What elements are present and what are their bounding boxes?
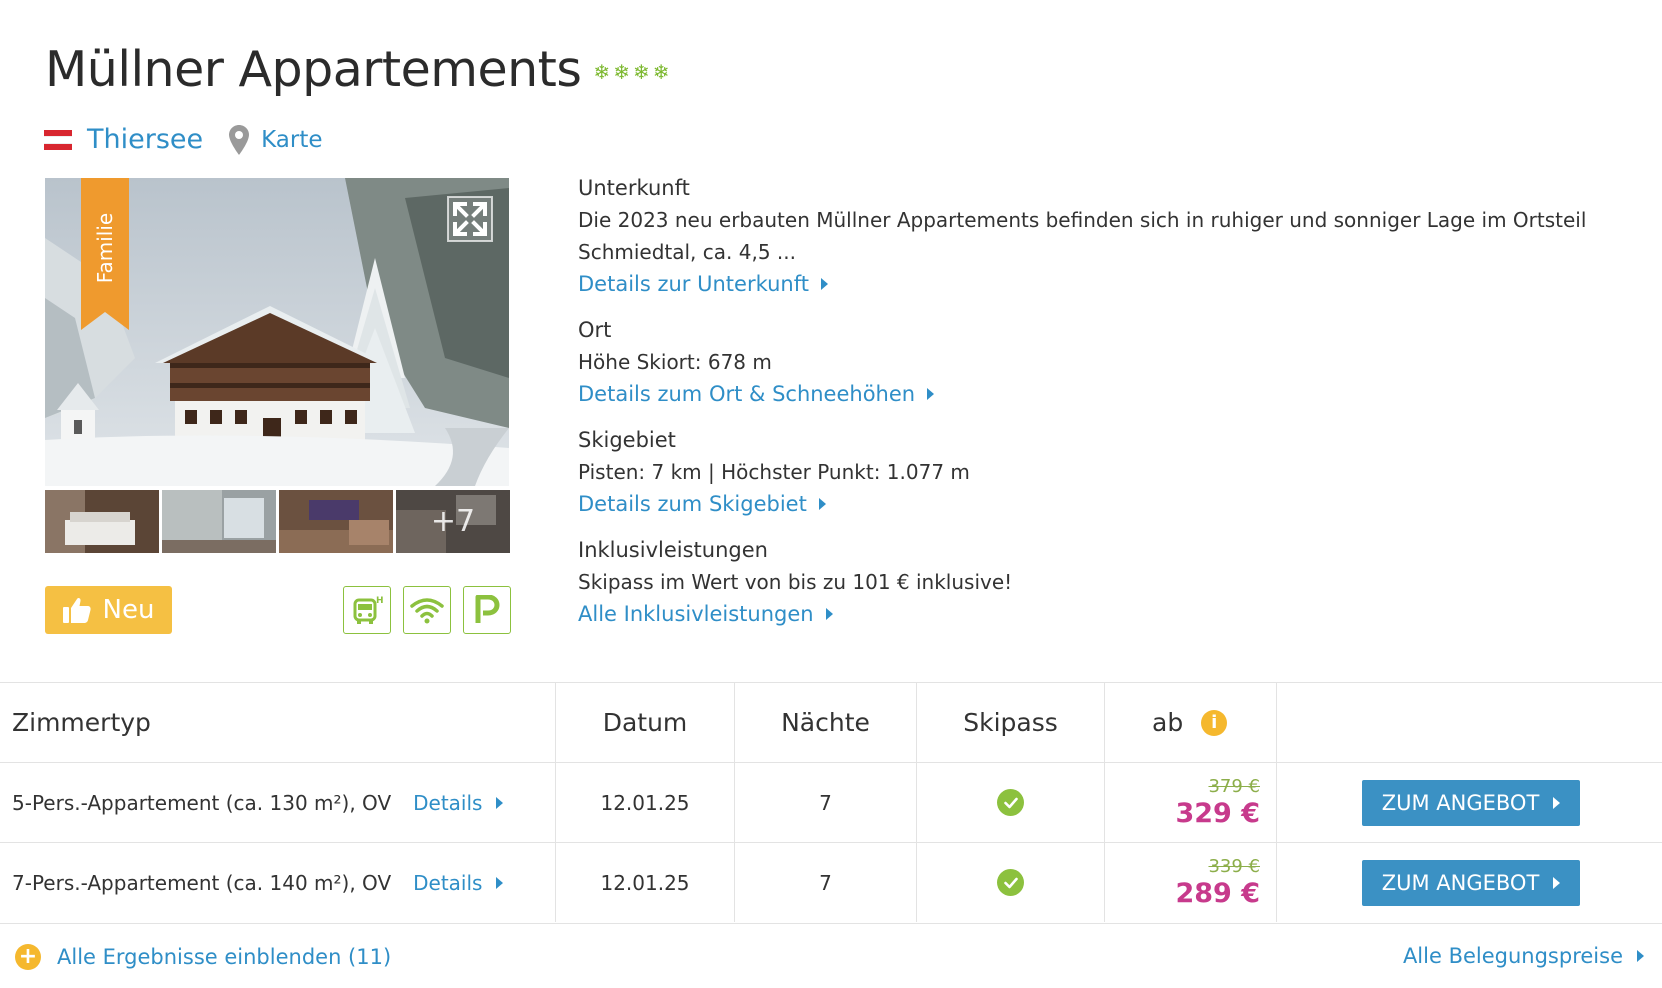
info-section: Unterkunft Die 2023 neu erbauten Müllner… [578, 172, 1638, 644]
check-icon [997, 869, 1024, 896]
new-label: Neu [102, 595, 155, 625]
all-prices-link[interactable]: Alle Belegungspreise [1403, 944, 1644, 968]
snowflake-icon: ❄ [632, 60, 650, 84]
header-price-label: ab [1152, 708, 1184, 737]
thumbnail[interactable] [162, 490, 276, 553]
current-price: 329 € [1175, 797, 1260, 829]
offer-button[interactable]: ZUM ANGEBOT [1362, 779, 1580, 826]
nights-cell: 7 [735, 763, 917, 842]
date-cell: 12.01.25 [556, 843, 735, 922]
info-heading: Unterkunft [578, 176, 690, 200]
info-text: Skipass im Wert von bis zu 101 € inklusi… [578, 570, 1013, 594]
info-heading: Ort [578, 318, 612, 342]
header-date: Datum [556, 683, 735, 762]
expand-icon[interactable] [447, 196, 493, 242]
new-badge-button[interactable]: Neu [45, 586, 172, 634]
thumbnail[interactable] [45, 490, 159, 553]
table-footer: + Alle Ergebnisse einblenden (11) Alle B… [0, 923, 1662, 987]
caret-right-icon [927, 388, 935, 400]
star-rating: ❄ ❄ ❄ ❄ [593, 62, 669, 82]
room-cell: 5-Pers.-Appartement (ca. 130 m²), OV Det… [0, 763, 556, 842]
price-cell: 339 € 289 € [1105, 843, 1277, 922]
skipass-cell [917, 843, 1105, 922]
title-row: Müllner Appartements ❄ ❄ ❄ ❄ [45, 36, 669, 104]
old-price: 379 € [1208, 775, 1260, 797]
wifi-icon[interactable] [403, 586, 451, 634]
info-accommodation: Unterkunft Die 2023 neu erbauten Müllner… [578, 172, 1638, 300]
table-header-row: Zimmertyp Datum Nächte Skipass ab i [0, 682, 1662, 762]
header-nights: Nächte [735, 683, 917, 762]
room-details-link[interactable]: Details [413, 791, 504, 815]
caret-right-icon [1637, 950, 1644, 962]
header-action [1277, 683, 1662, 762]
family-badge: Familie [93, 212, 118, 284]
caret-right-icon [825, 608, 833, 620]
table-row: 5-Pers.-Appartement (ca. 130 m²), OV Det… [0, 762, 1662, 842]
old-price: 339 € [1208, 855, 1260, 877]
info-ski-area: Skigebiet Pisten: 7 km | Höchster Punkt:… [578, 424, 1638, 520]
current-price: 289 € [1175, 877, 1260, 909]
skipass-cell [917, 763, 1105, 842]
page-title: Müllner Appartements [45, 41, 582, 98]
header-price: ab i [1105, 683, 1277, 762]
header-room-type: Zimmertyp [0, 683, 556, 762]
show-all-results-link[interactable]: + Alle Ergebnisse einblenden (11) [15, 944, 391, 970]
check-icon [997, 789, 1024, 816]
offer-button[interactable]: ZUM ANGEBOT [1362, 859, 1580, 906]
price-cell: 379 € 329 € [1105, 763, 1277, 842]
location-link[interactable]: Thiersee [87, 124, 203, 155]
plus-icon: + [15, 944, 41, 970]
offers-table: Zimmertyp Datum Nächte Skipass ab i 5-Pe… [0, 682, 1662, 922]
austria-flag-icon [44, 129, 72, 150]
room-cell: 7-Pers.-Appartement (ca. 140 m²), OV Det… [0, 843, 556, 922]
bus-shuttle-icon[interactable]: H [343, 586, 391, 634]
info-heading: Inklusivleistungen [578, 538, 768, 562]
caret-right-icon [1553, 796, 1561, 809]
location-row: Thiersee Karte [44, 124, 323, 155]
info-location: Ort Höhe Skiort: 678 m Details zum Ort &… [578, 314, 1638, 410]
map-pin-icon[interactable] [229, 124, 250, 155]
svg-text:H: H [376, 596, 383, 606]
action-cell: ZUM ANGEBOT [1277, 763, 1662, 842]
thumbnail-more[interactable]: +7 [396, 490, 510, 553]
snowflake-icon: ❄ [652, 60, 670, 84]
thumbs-up-icon [62, 597, 91, 623]
more-photos-count: +7 [430, 504, 476, 539]
caret-right-icon [818, 498, 826, 510]
accommodation-details-link[interactable]: Details zur Unterkunft [578, 268, 828, 300]
table-row: 7-Pers.-Appartement (ca. 140 m²), OV Det… [0, 842, 1662, 922]
caret-right-icon [496, 796, 504, 809]
room-type: 7-Pers.-Appartement (ca. 140 m²), OV [12, 870, 392, 895]
location-details-link[interactable]: Details zum Ort & Schneehöhen [578, 378, 935, 410]
ski-area-details-link[interactable]: Details zum Skigebiet [578, 488, 826, 520]
snowflake-icon: ❄ [593, 60, 611, 84]
date-cell: 12.01.25 [556, 763, 735, 842]
main-photo[interactable]: Familie [45, 178, 509, 486]
info-text: Die 2023 neu erbauten Müllner Appartemen… [578, 208, 1587, 264]
map-link[interactable]: Karte [261, 127, 322, 153]
inclusive-details-link[interactable]: Alle Inklusivleistungen [578, 598, 833, 630]
action-cell: ZUM ANGEBOT [1277, 843, 1662, 922]
caret-right-icon [820, 278, 828, 290]
snowflake-icon: ❄ [613, 60, 630, 84]
caret-right-icon [1553, 876, 1561, 889]
parking-icon[interactable] [463, 586, 511, 634]
info-text: Höhe Skiort: 678 m [578, 350, 772, 374]
info-inclusive: Inklusivleistungen Skipass im Wert von b… [578, 534, 1638, 630]
info-icon[interactable]: i [1201, 709, 1228, 736]
thumbnail-strip: +7 [45, 490, 510, 553]
thumbnail[interactable] [279, 490, 393, 553]
room-details-link[interactable]: Details [413, 871, 504, 895]
room-type: 5-Pers.-Appartement (ca. 130 m²), OV [12, 790, 392, 815]
header-skipass: Skipass [917, 683, 1105, 762]
nights-cell: 7 [735, 843, 917, 922]
info-heading: Skigebiet [578, 428, 676, 452]
caret-right-icon [496, 876, 504, 889]
info-text: Pisten: 7 km | Höchster Punkt: 1.077 m [578, 460, 970, 484]
amenity-icons: H [343, 586, 511, 634]
